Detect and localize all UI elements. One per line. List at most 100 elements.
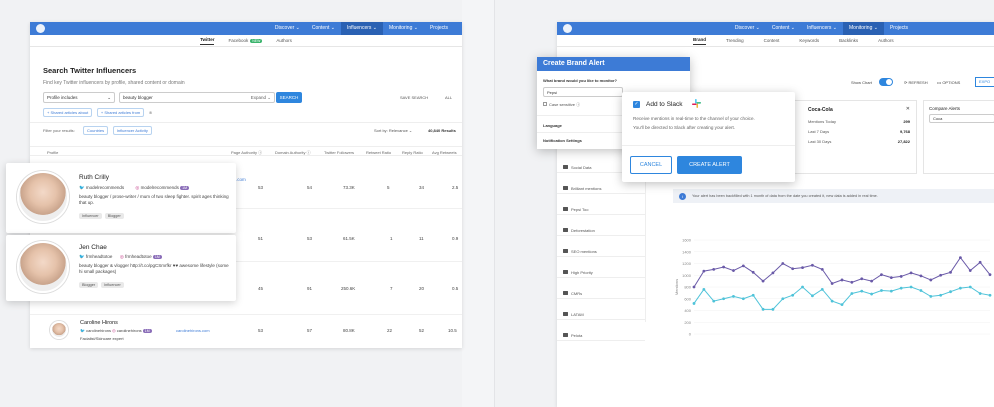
y-tick-label: 400 (684, 308, 691, 313)
series-point (909, 271, 913, 275)
series-point (919, 289, 923, 292)
notification-settings-label[interactable]: Notification Settings (543, 138, 582, 143)
nav-projects[interactable]: Projects (424, 22, 454, 35)
influencer-activity-chip[interactable]: Influencer Activity (112, 126, 152, 135)
instagram-handle[interactable]: modelrecommends (141, 185, 179, 190)
tag[interactable]: Influencer (79, 213, 102, 219)
nav-projects[interactable]: Projects (884, 22, 914, 35)
top-navigation: Discover ⌄ Content ⌄ Influencers ⌄ Monit… (30, 22, 462, 35)
col-avg-retweets[interactable]: Avg Retweets (432, 150, 457, 155)
series-point (870, 279, 873, 283)
shared-articles-from-chip[interactable]: + Shared articles from (96, 108, 145, 117)
instagram-handle[interactable]: frmheadtotoe (125, 254, 152, 259)
nav-discover[interactable]: Discover ⌄ (269, 22, 306, 35)
tag[interactable]: Influencer (101, 282, 124, 288)
tag[interactable]: Blogger (79, 282, 99, 288)
sidebar-item[interactable]: Brilliant mentions (557, 183, 645, 194)
row-da: 53 (307, 236, 313, 241)
col-domain-authority[interactable]: Domain Authority ⓘ (275, 150, 311, 156)
col-twitter-followers[interactable]: Twitter Followers (324, 150, 354, 155)
countries-chip[interactable]: Countries (83, 126, 109, 135)
row-followers: 61.5K (343, 236, 355, 241)
influencer-name[interactable]: Caroline Hirons (80, 320, 118, 326)
all-button[interactable]: ALL (445, 95, 452, 100)
tab-brand[interactable]: Brand (693, 37, 707, 45)
series-point (889, 289, 893, 293)
influencer-card-ruth[interactable]: Ruth Crilly 🐦 modelrecommends ◎ modelrec… (6, 163, 236, 233)
col-page-authority[interactable]: Page Authority ⓘ (231, 150, 262, 156)
profile-filter-select[interactable]: Profile includes ⌄ (43, 92, 115, 103)
col-profile[interactable]: Profile (47, 150, 58, 155)
show-chart-toggle[interactable] (879, 78, 893, 86)
tab-backlinks[interactable]: Backlinks (839, 38, 858, 43)
table-row[interactable]: Caroline Hirons 🐦 carolinehirons ◎ carol… (30, 318, 462, 348)
sidebar-item[interactable]: LATAM (557, 309, 645, 320)
avatar[interactable] (17, 241, 69, 293)
row-site[interactable]: carolinehirons.com (176, 328, 210, 333)
shared-articles-about-chip[interactable]: + Shared articles about (43, 108, 93, 117)
influencer-name[interactable]: Jen Chae (79, 244, 107, 251)
search-input-value: beauty blogger (123, 95, 153, 100)
avatar[interactable] (50, 321, 68, 339)
close-icon[interactable]: ✕ (906, 106, 910, 112)
save-search-button[interactable]: SAVE SEARCH (400, 95, 428, 100)
series-point (959, 256, 962, 260)
sidebar-item[interactable]: High Priority (557, 267, 645, 278)
series-point (741, 264, 745, 268)
row-avg: 0.5 (452, 286, 459, 291)
tag[interactable]: Blogger (104, 213, 124, 219)
search-button[interactable]: SEARCH (276, 92, 302, 103)
sidebar-item-label: CMRs (571, 290, 583, 296)
twitter-handle[interactable]: modelrecommends (86, 185, 124, 190)
twitter-handle[interactable]: frmheadtotoe (86, 254, 113, 259)
cancel-button[interactable]: CANCEL (630, 156, 672, 174)
folder-icon (563, 333, 568, 337)
col-reply-ratio[interactable]: Reply Ratio (402, 150, 423, 155)
sidebar-item[interactable]: Pepsi Too (557, 204, 645, 215)
row-site[interactable]: .com (236, 177, 246, 182)
search-input[interactable]: beauty blogger Expand ⌄ (119, 92, 275, 103)
export-button[interactable]: EXPO (975, 77, 994, 87)
avatar[interactable] (17, 171, 69, 223)
twitter-handle[interactable]: 🐦 carolinehirons ◎ carolinehirons 1M (80, 328, 152, 333)
row-pa: 51 (258, 236, 264, 241)
nav-monitoring[interactable]: Monitoring ⌄ (843, 22, 884, 35)
series-point (732, 295, 735, 298)
sidebar-item[interactable]: SEO mentions (557, 246, 645, 257)
sidebar-item[interactable]: Pelota (557, 330, 645, 341)
tab-facebook[interactable]: Facebook NEW (228, 38, 263, 43)
nav-monitoring[interactable]: Monitoring ⌄ (383, 22, 424, 35)
tab-twitter[interactable]: Twitter (200, 37, 215, 45)
tab-content[interactable]: Content (764, 38, 780, 43)
nav-content[interactable]: Content ⌄ (766, 22, 801, 35)
nav-content[interactable]: Content ⌄ (306, 22, 341, 35)
brand-input[interactable]: Pepsi (543, 87, 623, 97)
influencer-card-jen[interactable]: Jen Chae 🐦 frmheadtotoe ◎ frmheadtotoe 1… (6, 235, 236, 301)
refresh-button[interactable]: ⟳ REFRESH (904, 80, 928, 85)
nav-influencers[interactable]: Influencers ⌄ (801, 22, 843, 35)
sidebar-item[interactable]: CMRs (557, 288, 645, 299)
nav-discover[interactable]: Discover ⌄ (729, 22, 766, 35)
col-retweet-ratio[interactable]: Retweet Ratio (366, 150, 391, 155)
y-tick-label: 1000 (682, 273, 692, 278)
sidebar-item[interactable]: Deforestation (557, 225, 645, 236)
options-button[interactable]: ••• OPTIONS (937, 80, 960, 85)
tab-trending[interactable]: Trending (726, 38, 744, 43)
folder-icon (563, 165, 568, 169)
checkbox-checked-icon[interactable]: ✓ (633, 101, 640, 108)
influencer-name[interactable]: Ruth Crilly (79, 174, 109, 181)
tab-authors[interactable]: Authors (276, 38, 292, 43)
compare-select-value: Coca (933, 116, 943, 121)
divider (30, 122, 462, 123)
modal-title: Create Brand Alert (537, 57, 690, 71)
tab-authors[interactable]: Authors (878, 38, 894, 43)
tab-keywords[interactable]: Keywords (799, 38, 819, 43)
y-axis-label: Mentions (674, 279, 679, 295)
case-sensitive-checkbox[interactable]: Case sensitive ⓘ (543, 102, 580, 108)
clear-icon[interactable]: ⊗ (149, 110, 152, 115)
expand-select[interactable]: Expand ⌄ (251, 95, 271, 101)
nav-influencers[interactable]: Influencers ⌄ (340, 22, 383, 35)
compare-select[interactable]: Coca (929, 114, 994, 123)
sort-select[interactable]: Sort by: Relevance ⌄ (374, 128, 412, 133)
create-alert-button[interactable]: CREATE ALERT (677, 156, 742, 174)
